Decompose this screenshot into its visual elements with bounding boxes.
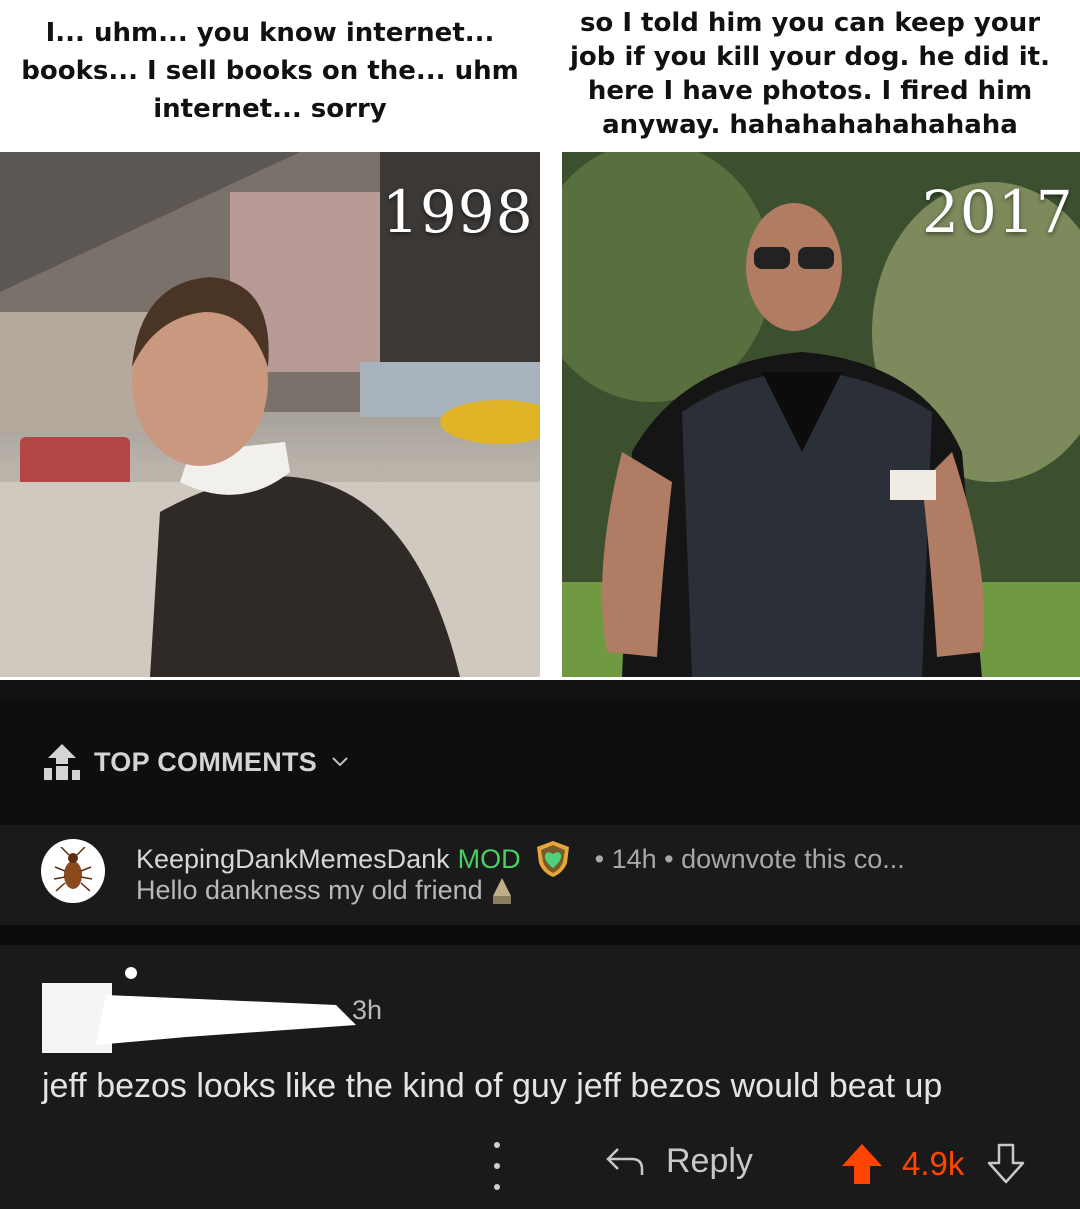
comment-time: 3h	[352, 995, 383, 1025]
year-label-right: 2017	[922, 178, 1074, 246]
mod-username[interactable]: KeepingDankMemesDank	[136, 844, 450, 875]
caption-left: I... uhm... you know internet... books..…	[21, 18, 519, 124]
divider	[0, 925, 1080, 945]
mod-comment-text: Hello dankness my old friend	[136, 875, 483, 905]
sort-label: TOP COMMENTS	[94, 746, 318, 777]
mod-comment[interactable]: KeepingDankMemesDank MOD • 14h • downvot…	[0, 825, 1080, 925]
reply-arrow-icon	[606, 1147, 644, 1175]
comment-body: jeff bezos looks like the kind of guy je…	[42, 1067, 943, 1105]
mod-comment-meta: • 14h • downvote this co...	[594, 843, 905, 874]
shield-heart-icon	[536, 841, 569, 877]
ice-cream-icon	[492, 877, 511, 904]
photo-2017: 2017	[562, 152, 1080, 677]
comments-sort-bar: TOP COMMENTS	[0, 700, 1080, 825]
mod-comment-text-row: Hello dankness my old friend	[136, 875, 515, 906]
redacted-username	[42, 967, 356, 1053]
more-options-icon[interactable]	[490, 1142, 504, 1190]
year-label-left: 1998	[382, 178, 534, 246]
mod-avatar[interactable]	[41, 839, 105, 903]
caption-right: so I told him you can keep your job if y…	[570, 8, 1050, 140]
reply-label: Reply	[666, 1142, 753, 1180]
chevron-down-icon	[332, 757, 348, 767]
divider	[0, 680, 1080, 700]
downvote-icon[interactable]	[986, 1143, 1026, 1185]
comment-actions: Reply 4.9k	[0, 1130, 1080, 1200]
vote-controls: 4.9k	[840, 1142, 1026, 1186]
mod-tag: MOD	[457, 843, 521, 874]
vote-count: 4.9k	[902, 1145, 965, 1182]
reply-button[interactable]: Reply	[604, 1142, 753, 1181]
photo-1998: 1998	[0, 152, 540, 677]
comment-sort-button[interactable]: TOP COMMENTS	[40, 742, 349, 782]
sort-top-icon	[44, 744, 80, 780]
upvote-icon[interactable]	[840, 1142, 884, 1186]
meme-image: I... uhm... you know internet... books..…	[0, 0, 1080, 680]
cockroach-icon	[53, 847, 93, 892]
mod-comment-header: KeepingDankMemesDank MOD • 14h • downvot…	[136, 839, 905, 879]
